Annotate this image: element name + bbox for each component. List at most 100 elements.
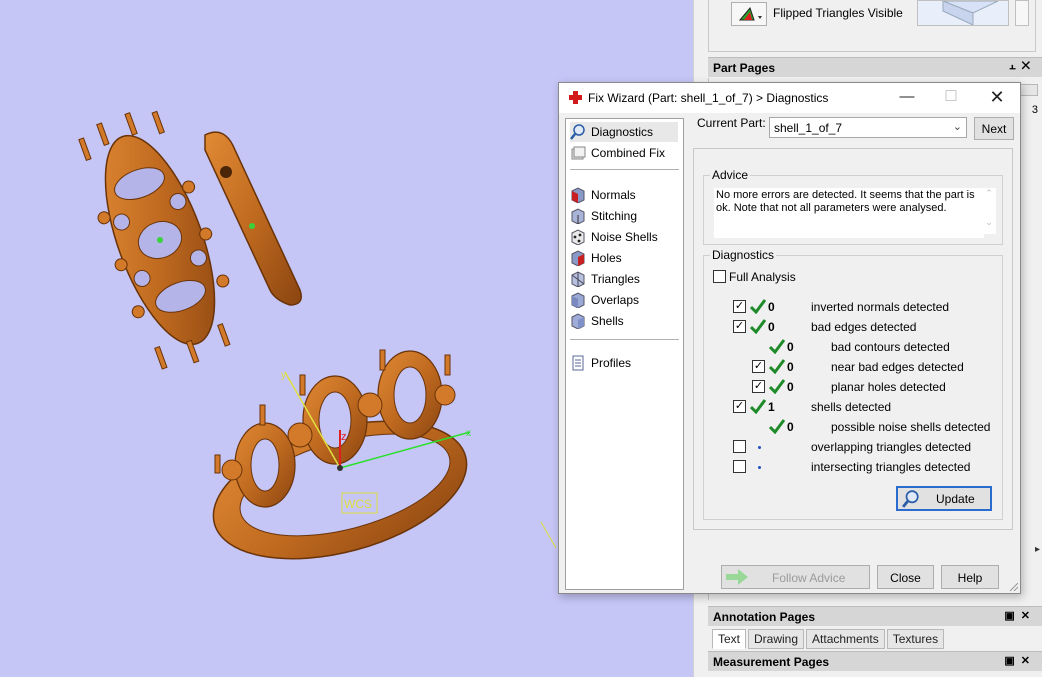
scroll-up-icon[interactable]: ⌃ (982, 188, 996, 199)
measurement-pages-title: Measurement Pages (713, 655, 830, 669)
overlaps-icon (571, 292, 585, 308)
part-pages-header-buttons[interactable]: ⫠✕ (1009, 60, 1036, 73)
measurement-pages-header-buttons[interactable]: ▣✕ (1004, 654, 1036, 667)
shells-label: shells detected (811, 400, 892, 414)
nav-label: Triangles (591, 272, 640, 286)
update-button[interactable]: Update (896, 486, 992, 511)
pending-dot-icon (758, 466, 761, 469)
restore-icon[interactable]: ▣ (1004, 655, 1020, 667)
part-pages-header: Part Pages ⫠✕ (708, 57, 1042, 77)
overlapping-triangles-label: overlapping triangles detected (811, 440, 972, 454)
flipped-triangles-button[interactable] (731, 2, 767, 26)
bad-edges-count: 0 (768, 320, 775, 334)
minimize-button[interactable]: — (892, 87, 922, 109)
annotation-pages-header-buttons[interactable]: ▣✕ (1004, 609, 1036, 622)
nav-label: Stitching (591, 209, 638, 223)
near-bad-edges-count: 0 (787, 360, 794, 374)
chevron-down-icon: ⌄ (952, 121, 962, 133)
triangles-icon (571, 271, 585, 287)
nav-label: Combined Fix (591, 146, 666, 160)
noise-shells-label: possible noise shells detected (831, 420, 991, 434)
shells-checkbox[interactable]: ✓ (733, 400, 746, 413)
cube-preview[interactable] (917, 0, 1009, 26)
bad-edges-label: bad edges detected (811, 320, 917, 334)
axis-x-label: x (466, 428, 471, 439)
green-check-icon (750, 399, 766, 414)
inverted-normals-label: inverted normals detected (811, 300, 950, 314)
bad-contours-label: bad contours detected (831, 340, 950, 354)
tab-textures[interactable]: Textures (886, 629, 945, 649)
intersecting-triangles-checkbox[interactable] (733, 460, 746, 473)
close-dialog-button[interactable]: Close (877, 565, 934, 589)
nav-item-diagnostics[interactable]: Diagnostics (570, 122, 678, 142)
intersecting-triangles-label: intersecting triangles detected (811, 460, 971, 474)
nav-item-stitching[interactable]: Stitching (570, 206, 637, 226)
tab-attachments[interactable]: Attachments (806, 629, 885, 649)
nav-label: Overlaps (591, 293, 640, 307)
bad-contours-count: 0 (787, 340, 794, 354)
scroll-down-icon[interactable]: ⌄ (982, 217, 996, 228)
nav-label: Holes (591, 251, 622, 265)
help-button[interactable]: Help (941, 565, 999, 589)
display-options-box: Flipped Triangles Visible (708, 0, 1036, 52)
cube-icon (942, 0, 999, 26)
nav-label: Diagnostics (591, 125, 654, 139)
advice-scrollbar[interactable]: ⌃ ⌄ (982, 188, 996, 234)
red-cross-icon (569, 91, 582, 104)
green-check-icon (769, 419, 785, 434)
nav-item-combined-fix[interactable]: Combined Fix (570, 143, 665, 163)
part-pages-side-text: 3 (1031, 104, 1038, 116)
green-check-icon (769, 359, 785, 374)
close-icon[interactable]: ✕ (1022, 60, 1036, 72)
nav-item-shells[interactable]: Shells (570, 311, 624, 331)
shells-icon (571, 313, 585, 329)
current-part-value: shell_1_of_7 (774, 121, 843, 135)
follow-advice-button[interactable]: Follow Advice (721, 565, 870, 589)
maximize-button[interactable]: ☐ (936, 87, 966, 109)
next-button[interactable]: Next (974, 117, 1014, 140)
resize-grip-icon[interactable] (1008, 581, 1018, 591)
near-bad-edges-checkbox[interactable]: ✓ (752, 360, 765, 373)
combined-fix-icon (571, 146, 586, 160)
magnifier-icon (902, 490, 919, 508)
close-icon[interactable]: ✕ (1021, 655, 1036, 667)
flipped-triangle-icon (738, 6, 762, 21)
measurement-pages-header: Measurement Pages ▣✕ (708, 651, 1042, 671)
tab-drawing[interactable]: Drawing (748, 629, 805, 649)
ring-part (212, 349, 557, 560)
options-scrollbar[interactable] (1015, 0, 1029, 26)
near-bad-edges-label: near bad edges detected (831, 360, 964, 374)
flipped-triangles-label: Flipped Triangles Visible (773, 6, 903, 20)
planar-holes-checkbox[interactable]: ✓ (752, 380, 765, 393)
annotation-pages-header: Annotation Pages ▣✕ (708, 606, 1042, 626)
advice-group: Advice No more errors are detected. It s… (703, 168, 1003, 245)
planar-holes-label: planar holes detected (831, 380, 946, 394)
wizard-nav-list: Diagnostics Combined Fix Normals Stitchi… (565, 118, 684, 590)
scroll-right-icon[interactable]: ▸ (1035, 544, 1040, 555)
nav-item-holes[interactable]: Holes (570, 248, 622, 268)
dialog-titlebar[interactable]: Fix Wizard (Part: shell_1_of_7) > Diagno… (559, 83, 1020, 113)
green-check-icon (750, 319, 766, 334)
advice-text: No more errors are detected. It seems th… (714, 188, 984, 238)
nav-item-normals[interactable]: Normals (570, 185, 636, 205)
close-icon[interactable]: ✕ (1021, 610, 1036, 622)
full-analysis-checkbox[interactable] (713, 270, 726, 283)
nav-item-noise-shells[interactable]: Noise Shells (570, 227, 658, 247)
overlapping-triangles-checkbox[interactable] (733, 440, 746, 453)
restore-icon[interactable]: ▣ (1004, 610, 1020, 622)
nav-item-profiles[interactable]: Profiles (570, 353, 631, 373)
current-part-select[interactable]: shell_1_of_7 ⌄ (769, 117, 967, 138)
bad-edges-checkbox[interactable]: ✓ (733, 320, 746, 333)
advice-title: Advice (710, 168, 751, 182)
nav-item-overlaps[interactable]: Overlaps (570, 290, 639, 310)
nav-separator (570, 339, 679, 340)
pin-icon[interactable]: ⫠ (1009, 60, 1022, 72)
wcs-label: WCS (344, 497, 372, 511)
inverted-normals-checkbox[interactable]: ✓ (733, 300, 746, 313)
close-button[interactable]: ✕ (982, 87, 1012, 109)
nav-label: Shells (591, 314, 624, 328)
tab-text[interactable]: Text (712, 629, 747, 649)
full-analysis-label: Full Analysis (729, 270, 796, 284)
diagnostics-title: Diagnostics (710, 248, 777, 262)
nav-item-triangles[interactable]: Triangles (570, 269, 640, 289)
